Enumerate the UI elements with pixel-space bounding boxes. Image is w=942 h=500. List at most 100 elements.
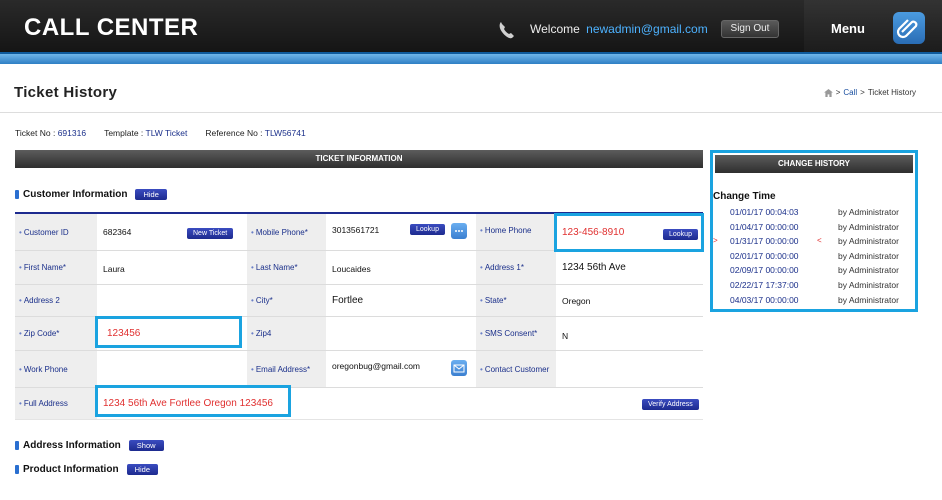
top-bar: CALL CENTER Welcome newadmin@gmail.com S… <box>0 0 942 52</box>
customer-id-label: Customer ID <box>15 214 97 250</box>
product-hide-button[interactable]: Hide <box>126 464 158 475</box>
address2-value[interactable] <box>97 285 247 316</box>
address1-value[interactable]: 1234 56th Ave <box>556 251 703 284</box>
email-address-label: Email Address* <box>247 351 326 387</box>
breadcrumb-separator: > <box>835 88 841 97</box>
zip-code-label: Zip Code* <box>15 317 97 350</box>
history-time[interactable]: 04/03/17 00:00:00 <box>730 293 799 307</box>
history-entry[interactable]: 01/01/17 00:04:03 by Administrator <box>713 205 915 219</box>
history-author: by Administrator <box>838 294 899 305</box>
reference-value: TLW56741 <box>264 128 306 138</box>
phone-icon <box>499 22 514 39</box>
breadcrumb-current: Ticket History <box>867 88 916 97</box>
city-label: City* <box>247 285 326 316</box>
history-author: by Administrator <box>838 236 899 247</box>
ticket-information-header: TICKET INFORMATION <box>15 150 703 168</box>
history-entry[interactable]: 02/09/17 00:00:00 by Administrator <box>713 263 915 277</box>
ticket-meta: Ticket No : 691316 Template : TLW Ticket… <box>15 128 306 138</box>
template: Template : TLW Ticket <box>104 128 187 138</box>
reference-label: Reference No : <box>205 128 263 138</box>
address-information-title: Address Information <box>23 440 121 451</box>
state-label: State* <box>476 285 556 316</box>
template-label: Template : <box>104 128 144 138</box>
table-row: Work Phone Email Address* oregonbug@gmai… <box>15 351 703 388</box>
address-information-heading: Address Information Show <box>15 440 164 451</box>
history-entry[interactable]: 04/03/17 00:00:00 by Administrator <box>713 293 915 307</box>
divider <box>0 112 942 113</box>
menu-button[interactable]: Menu <box>804 0 942 52</box>
history-entry[interactable]: 02/22/17 17:37:00 by Administrator <box>713 278 915 292</box>
full-address-label: Full Address <box>15 388 97 419</box>
product-information-title: Product Information <box>23 464 119 475</box>
user-email: newadmin@gmail.com <box>586 22 708 36</box>
mail-icon[interactable] <box>451 360 467 376</box>
customer-information-title: Customer Information <box>23 189 128 200</box>
history-entry[interactable]: 02/01/17 00:00:00 by Administrator <box>713 249 915 263</box>
verify-address-button[interactable]: Verify Address <box>642 399 699 410</box>
customer-information-heading: Customer Information Hide <box>15 189 167 200</box>
ticket-number-label: Ticket No : <box>15 128 56 138</box>
section-bullet-icon <box>15 190 19 199</box>
address1-label: Address 1* <box>476 251 556 284</box>
selected-marker: < <box>817 236 822 246</box>
contact-customer-label: Contact Customer <box>476 351 556 387</box>
change-history-panel: CHANGE HISTORY Change Time 01/01/17 00:0… <box>710 150 918 312</box>
city-value[interactable]: Fortlee <box>326 285 476 316</box>
header-stripe <box>0 52 942 64</box>
sign-out-button[interactable]: Sign Out <box>721 20 779 38</box>
mobile-phone-label: Mobile Phone* <box>247 214 326 250</box>
template-value: TLW Ticket <box>145 128 188 138</box>
zip4-value[interactable] <box>326 317 476 350</box>
ticket-number-value: 691316 <box>57 128 87 138</box>
breadcrumb-separator: > <box>860 88 865 97</box>
chat-icon[interactable] <box>451 223 467 239</box>
first-name-value[interactable]: Laura <box>97 251 247 284</box>
work-phone-label: Work Phone <box>15 351 97 387</box>
menu-logo-icon <box>893 12 925 44</box>
sms-consent-value[interactable]: N <box>556 317 703 350</box>
history-author: by Administrator <box>838 250 899 261</box>
customer-hide-button[interactable]: Hide <box>135 189 167 200</box>
change-time-title: Change Time <box>713 191 776 202</box>
reference-number: Reference No : TLW56741 <box>205 128 305 138</box>
change-history-header: CHANGE HISTORY <box>715 155 913 173</box>
history-entry[interactable]: 01/04/17 00:00:00 by Administrator <box>713 220 915 234</box>
section-bullet-icon <box>15 441 19 450</box>
welcome-label: Welcome <box>530 22 580 36</box>
product-information-heading: Product Information Hide <box>15 464 158 475</box>
zip-code-highlight <box>95 316 242 348</box>
zip4-label: Zip4 <box>247 317 326 350</box>
home-phone-label: Home Phone <box>476 214 556 250</box>
work-phone-value[interactable] <box>97 351 247 387</box>
history-time[interactable]: 01/31/17 00:00:00 <box>730 234 799 248</box>
table-row: Address 2 City* Fortlee State* Oregon <box>15 285 703 317</box>
address2-label: Address 2 <box>15 285 97 316</box>
history-time[interactable]: 02/22/17 17:37:00 <box>730 278 799 292</box>
history-time[interactable]: 01/04/17 00:00:00 <box>730 220 799 234</box>
last-name-value[interactable]: Loucaides <box>326 251 476 284</box>
new-ticket-button[interactable]: New Ticket <box>187 228 234 239</box>
history-time[interactable]: 02/01/17 00:00:00 <box>730 249 799 263</box>
home-icon[interactable] <box>823 88 833 97</box>
mobile-lookup-button[interactable]: Lookup <box>410 224 445 235</box>
history-author: by Administrator <box>838 265 899 276</box>
history-time[interactable]: 02/09/17 00:00:00 <box>730 263 799 277</box>
last-name-label: Last Name* <box>247 251 326 284</box>
history-entry[interactable]: >01/31/17 00:00:00 < by Administrator <box>713 234 915 248</box>
full-address-highlight <box>95 385 291 417</box>
address-show-button[interactable]: Show <box>128 440 164 451</box>
state-value[interactable]: Oregon <box>556 285 703 316</box>
selected-marker: > <box>713 236 718 246</box>
table-row: First Name* Laura Last Name* Loucaides A… <box>15 251 703 285</box>
contact-customer-value[interactable] <box>556 351 703 387</box>
breadcrumb-call-link[interactable]: Call <box>843 88 857 97</box>
history-author: by Administrator <box>838 221 899 232</box>
sms-consent-label: SMS Consent* <box>476 317 556 350</box>
history-author: by Administrator <box>838 280 899 290</box>
history-time[interactable]: 01/01/17 00:04:03 <box>730 205 799 219</box>
home-phone-highlight <box>554 213 704 252</box>
page-title: Ticket History <box>14 84 118 101</box>
welcome-message: Welcome newadmin@gmail.com <box>530 22 708 36</box>
breadcrumb: > Call > Ticket History <box>823 88 916 97</box>
ticket-number: Ticket No : 691316 <box>15 128 86 138</box>
